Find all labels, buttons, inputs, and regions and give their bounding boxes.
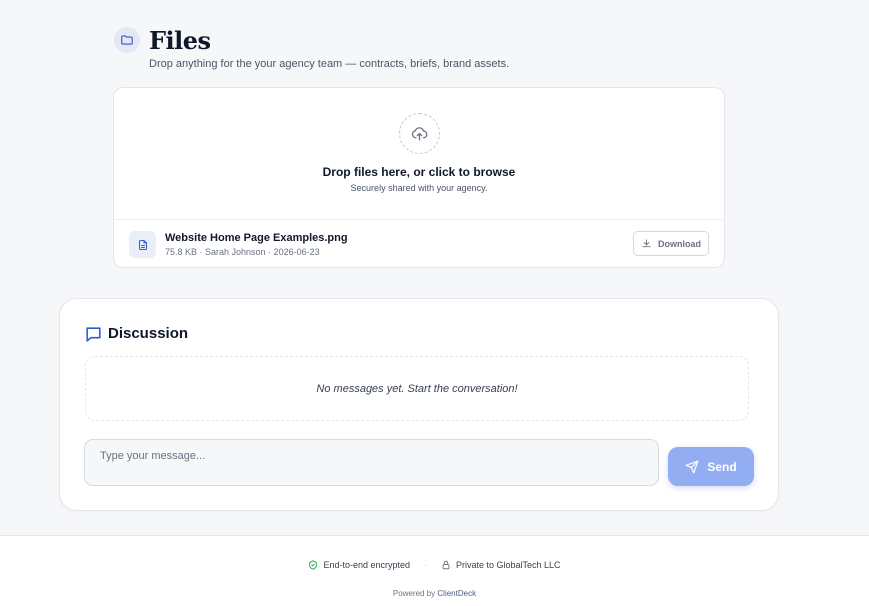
shield-check-icon [309, 560, 318, 570]
private-label: Private to GlobalTech LLC [456, 560, 561, 570]
download-label: Download [658, 238, 701, 249]
chat-bubble-icon [84, 325, 103, 349]
footer-badges: End-to-end encrypted · Private to Global… [0, 560, 869, 570]
messages-empty-state: No messages yet. Start the conversation! [85, 356, 749, 421]
file-dropzone[interactable]: Drop files here, or click to browse Secu… [114, 88, 724, 219]
encrypted-badge: End-to-end encrypted [308, 560, 410, 570]
paper-plane-icon [685, 460, 699, 473]
files-card: Drop files here, or click to browse Secu… [113, 87, 725, 268]
powered-prefix: Powered by [392, 589, 436, 598]
download-button[interactable]: Download [633, 231, 709, 256]
discussion-title: Discussion [108, 325, 189, 342]
dropzone-subtitle: Securely shared with your agency. [350, 183, 488, 193]
page-footer: End-to-end encrypted · Private to Global… [0, 535, 869, 606]
page-title: Files [149, 26, 211, 55]
powered-by: Powered by ClientDeck [0, 589, 869, 598]
footer-separator: · [424, 560, 427, 570]
download-icon [642, 239, 651, 248]
page-subtitle: Drop anything for the your agency team —… [149, 58, 510, 70]
encrypted-label: End-to-end encrypted [323, 560, 410, 570]
file-list-item: Website Home Page Examples.png 75.8 KB ·… [114, 219, 724, 267]
lock-icon [442, 560, 450, 570]
empty-state-text: No messages yet. Start the conversation! [316, 382, 518, 395]
file-meta: 75.8 KB · Sarah Johnson · 2026-06-23 [165, 247, 320, 257]
dropzone-title: Drop files here, or click to browse [322, 165, 516, 179]
document-icon [129, 231, 156, 258]
cloud-upload-icon [399, 113, 440, 154]
private-badge: Private to GlobalTech LLC [441, 560, 561, 570]
folder-icon [114, 27, 140, 53]
send-button[interactable]: Send [668, 447, 754, 486]
file-name: Website Home Page Examples.png [165, 232, 348, 244]
discussion-card: Discussion No messages yet. Start the co… [59, 298, 779, 511]
send-label: Send [707, 459, 737, 474]
message-input[interactable] [84, 439, 659, 486]
powered-brand-link[interactable]: ClientDeck [437, 589, 476, 598]
